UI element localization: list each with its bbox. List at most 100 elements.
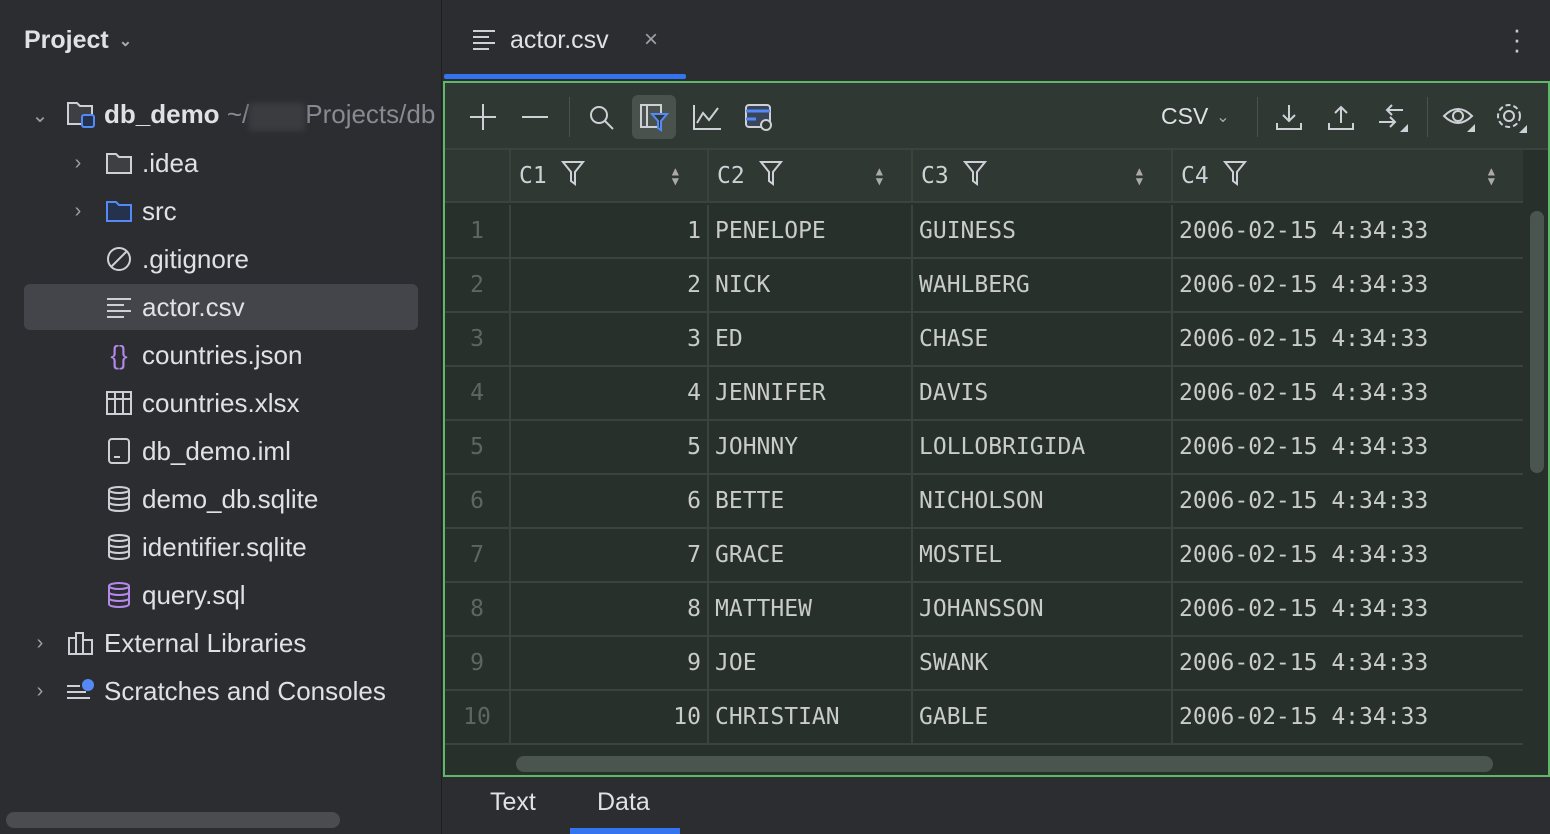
delete-row-button[interactable] — [513, 95, 557, 139]
tree-item-src[interactable]: ›src — [24, 188, 418, 234]
view-settings-icon[interactable] — [737, 95, 781, 139]
tree-item-countries-xlsx[interactable]: countries.xlsx — [24, 380, 418, 426]
tab-data[interactable]: Data — [597, 788, 650, 817]
horizontal-scrollbar[interactable] — [516, 756, 1493, 772]
chevron-down-icon[interactable]: ⌄ — [30, 103, 50, 128]
table-row[interactable]: 22NICKWAHLBERG2006-02-15 4:34:33 — [445, 259, 1523, 313]
table-cell[interactable]: 9 — [509, 637, 707, 689]
table-cell[interactable]: 2006-02-15 4:34:33 — [1171, 637, 1523, 689]
filter-icon[interactable] — [561, 160, 585, 192]
table-cell[interactable]: NICHOLSON — [911, 475, 1171, 527]
table-cell[interactable]: LOLLOBRIGIDA — [911, 421, 1171, 473]
vertical-scrollbar[interactable] — [1530, 211, 1544, 473]
tree-item-db-demo[interactable]: ⌄db_demo ~/Projects/db — [24, 92, 418, 138]
table-cell[interactable]: JENNIFER — [707, 367, 911, 419]
table-cell[interactable]: 7 — [509, 529, 707, 581]
table-cell[interactable]: 2006-02-15 4:34:33 — [1171, 691, 1523, 743]
table-cell[interactable]: BETTE — [707, 475, 911, 527]
table-cell[interactable]: 1 — [509, 205, 707, 257]
table-cell[interactable]: JOHANSSON — [911, 583, 1171, 635]
close-icon[interactable]: × — [644, 26, 658, 54]
table-row[interactable]: 99JOESWANK2006-02-15 4:34:33 — [445, 637, 1523, 691]
tree-item-scratches-and-consoles[interactable]: ›Scratches and Consoles — [24, 668, 418, 714]
tree-item-idea[interactable]: ›.idea — [24, 140, 418, 186]
table-cell[interactable]: MOSTEL — [911, 529, 1171, 581]
table-cell[interactable]: 10 — [509, 691, 707, 743]
table-cell[interactable]: JOE — [707, 637, 911, 689]
table-cell[interactable]: SWANK — [911, 637, 1171, 689]
table-cell[interactable]: ED — [707, 313, 911, 365]
add-row-button[interactable] — [461, 95, 505, 139]
table-cell[interactable]: 2006-02-15 4:34:33 — [1171, 475, 1523, 527]
table-cell[interactable]: GUINESS — [911, 205, 1171, 257]
table-cell[interactable]: 8 — [509, 583, 707, 635]
sort-icon[interactable]: ▲▼ — [1136, 166, 1143, 186]
sort-icon[interactable]: ▲▼ — [1488, 166, 1495, 186]
column-header-c2[interactable]: C2 ▲▼ — [707, 150, 911, 201]
format-selector[interactable]: CSV⌄ — [1161, 103, 1230, 130]
table-cell[interactable]: NICK — [707, 259, 911, 311]
table-cell[interactable]: CHASE — [911, 313, 1171, 365]
filter-icon[interactable] — [1223, 160, 1247, 192]
table-cell[interactable]: 2006-02-15 4:34:33 — [1171, 421, 1523, 473]
compare-icon[interactable] — [1371, 95, 1415, 139]
upload-icon[interactable] — [1319, 95, 1363, 139]
chevron-right-icon[interactable]: › — [68, 200, 88, 223]
search-icon[interactable] — [579, 95, 623, 139]
table-cell[interactable]: MATTHEW — [707, 583, 911, 635]
table-row[interactable]: 1010CHRISTIANGABLE2006-02-15 4:34:33 — [445, 691, 1523, 745]
gear-icon[interactable] — [1489, 95, 1533, 139]
table-cell[interactable]: PENELOPE — [707, 205, 911, 257]
chart-icon[interactable] — [685, 95, 729, 139]
table-row[interactable]: 88MATTHEWJOHANSSON2006-02-15 4:34:33 — [445, 583, 1523, 637]
table-cell[interactable]: 5 — [509, 421, 707, 473]
table-cell[interactable]: JOHNNY — [707, 421, 911, 473]
tree-item-external-libraries[interactable]: ›External Libraries — [24, 620, 418, 666]
table-cell[interactable]: 6 — [509, 475, 707, 527]
table-row[interactable]: 33EDCHASE2006-02-15 4:34:33 — [445, 313, 1523, 367]
tree-item-identifier-sqlite[interactable]: identifier.sqlite — [24, 524, 418, 570]
filter-table-icon[interactable] — [632, 95, 676, 139]
table-cell[interactable]: 2006-02-15 4:34:33 — [1171, 205, 1523, 257]
filter-icon[interactable] — [759, 160, 783, 192]
table-cell[interactable]: 2006-02-15 4:34:33 — [1171, 529, 1523, 581]
table-cell[interactable]: 2006-02-15 4:34:33 — [1171, 583, 1523, 635]
sort-icon[interactable]: ▲▼ — [876, 166, 883, 186]
tree-item-demo-db-sqlite[interactable]: demo_db.sqlite — [24, 476, 418, 522]
chevron-right-icon[interactable]: › — [30, 680, 50, 703]
table-row[interactable]: 66BETTENICHOLSON2006-02-15 4:34:33 — [445, 475, 1523, 529]
table-row[interactable]: 55JOHNNYLOLLOBRIGIDA2006-02-15 4:34:33 — [445, 421, 1523, 475]
table-cell[interactable]: 2006-02-15 4:34:33 — [1171, 259, 1523, 311]
tree-item-actor-csv[interactable]: actor.csv — [24, 284, 418, 330]
table-cell[interactable]: 2 — [509, 259, 707, 311]
table-cell[interactable]: GABLE — [911, 691, 1171, 743]
table-cell[interactable]: 4 — [509, 367, 707, 419]
table-row[interactable]: 77GRACEMOSTEL2006-02-15 4:34:33 — [445, 529, 1523, 583]
column-header-c4[interactable]: C4 ▲▼ — [1171, 150, 1523, 201]
table-cell[interactable]: 2006-02-15 4:34:33 — [1171, 367, 1523, 419]
table-cell[interactable]: DAVIS — [911, 367, 1171, 419]
table-cell[interactable]: GRACE — [707, 529, 911, 581]
table-cell[interactable]: 2006-02-15 4:34:33 — [1171, 313, 1523, 365]
table-cell[interactable]: WAHLBERG — [911, 259, 1171, 311]
sort-icon[interactable]: ▲▼ — [672, 166, 679, 186]
chevron-right-icon[interactable]: › — [68, 152, 88, 175]
tree-item-db-demo-iml[interactable]: db_demo.iml — [24, 428, 418, 474]
table-row[interactable]: 11PENELOPEGUINESS2006-02-15 4:34:33 — [445, 205, 1523, 259]
sidebar-horizontal-scrollbar[interactable] — [6, 812, 340, 828]
table-cell[interactable]: 3 — [509, 313, 707, 365]
tab-actor-csv[interactable]: actor.csv × — [444, 0, 686, 80]
project-view-selector[interactable]: Project⌄ — [24, 26, 132, 55]
filter-icon[interactable] — [963, 160, 987, 192]
tree-item-query-sql[interactable]: query.sql — [24, 572, 418, 618]
tree-item-countries-json[interactable]: {}countries.json — [24, 332, 418, 378]
eye-icon[interactable] — [1437, 95, 1481, 139]
chevron-right-icon[interactable]: › — [30, 632, 50, 655]
table-cell[interactable]: CHRISTIAN — [707, 691, 911, 743]
more-options-icon[interactable]: ··· — [1512, 24, 1522, 54]
tab-text[interactable]: Text — [490, 788, 536, 817]
column-header-c3[interactable]: C3 ▲▼ — [911, 150, 1171, 201]
tree-item-gitignore[interactable]: .gitignore — [24, 236, 418, 282]
table-row[interactable]: 44JENNIFERDAVIS2006-02-15 4:34:33 — [445, 367, 1523, 421]
download-icon[interactable] — [1267, 95, 1311, 139]
